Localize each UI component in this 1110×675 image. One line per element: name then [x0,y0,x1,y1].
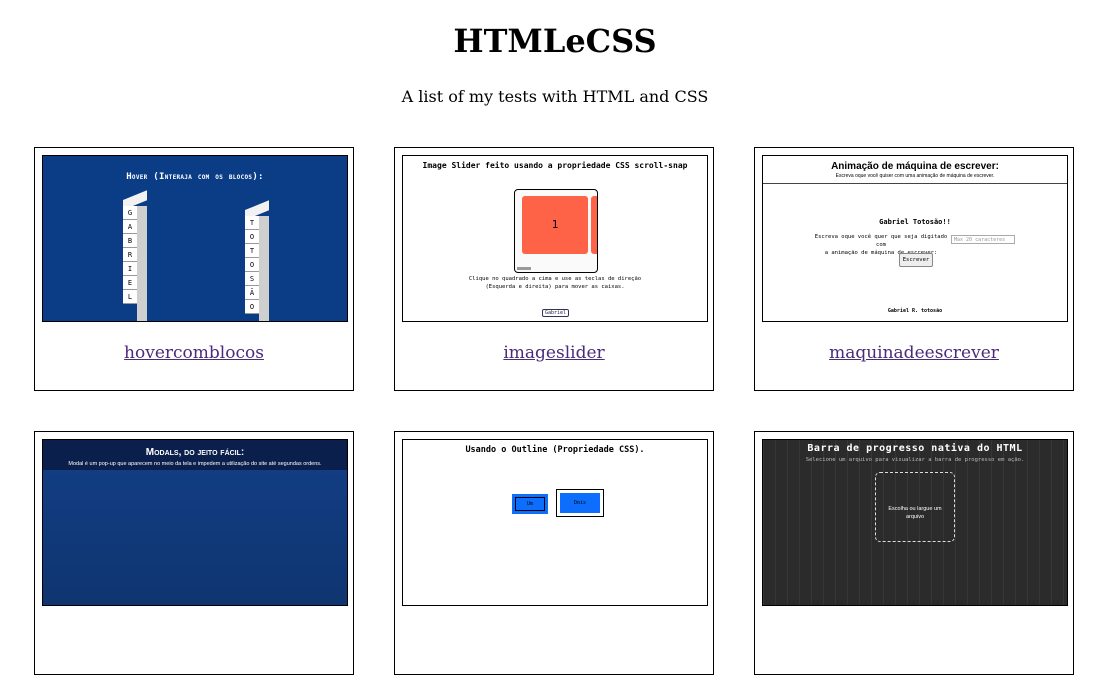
block-letter[interactable]: G [123,206,137,220]
outline-box-1: Um [512,494,548,514]
block-letter[interactable]: O [245,258,259,272]
thumbnail-title: Hover (Interaja com os blocos): [126,172,264,182]
file-drop-zone: Escolha ou largue um arquivo [875,472,955,542]
block-tower-2: TOTOSÃO [245,200,269,321]
project-thumbnail[interactable]: Usando o Outline (Propriedade CSS). Um D… [402,439,708,606]
block-letter[interactable]: T [245,216,259,230]
divider [763,183,1067,184]
typed-name: Gabriel Totosão!! [879,218,951,226]
project-link[interactable]: imageslider [395,343,713,363]
slider-frame: 1 [514,189,598,273]
slide: 1 [522,196,588,254]
block-letter[interactable]: A [123,220,137,234]
thumbnail-title: Barra de progresso nativa do HTML [807,443,1023,454]
project-card-hovercomblocos: Hover (Interaja com os blocos): GABRIEL … [34,147,354,391]
project-thumbnail[interactable]: Modals, do jeito fácil: Modal é um pop-u… [42,439,348,606]
block-letter[interactable]: O [245,300,259,314]
project-card-imageslider: Image Slider feito usando a propriedade … [394,147,714,391]
project-card-modals: Modals, do jeito fácil: Modal é um pop-u… [34,431,354,675]
block-letter[interactable]: I [123,262,137,276]
project-card-maquinadeescrever: Animação de máquina de escrever: Escreva… [754,147,1074,391]
project-card-progress: Barra de progresso nativa do HTML Seleci… [754,431,1074,675]
block-letter[interactable]: T [245,244,259,258]
page-subtitle: A list of my tests with HTML and CSS [401,87,709,106]
slider-instructions: Clique no quadrado a cima e use as tecla… [468,276,642,290]
project-link[interactable]: hovercomblocos [35,343,353,363]
thumbnail-title: Modals, do jeito fácil: [145,447,245,458]
slider-scrollbar [517,267,531,270]
block-letter[interactable]: S [245,272,259,286]
project-thumbnail[interactable]: Image Slider feito usando a propriedade … [402,155,708,322]
thumbnail-subtitle: Escreva oque você quiser com uma animaçã… [835,173,995,179]
write-button: Escrever [899,253,933,267]
footer-text: Gabriel R. totosão [887,308,943,314]
thumbnail-subtitle: Modal é um pop-up que aparecem no meio d… [68,461,322,467]
thumbnail-title: Image Slider feito usando a propriedade … [422,161,688,170]
outline-box-2: Dois [556,489,604,517]
credit-link: Gabriel [542,309,570,317]
page-title: HTMLeCSS [453,22,657,60]
thumbnail-title: Animação de máquina de escrever: [831,161,999,172]
project-link[interactable]: maquinadeescrever [755,343,1073,363]
block-letter[interactable]: R [123,248,137,262]
text-input: Max 20 caracteres [951,235,1015,244]
block-tower-1: GABRIEL [123,190,147,321]
thumbnail-subtitle: Selecione um arquivo para visualizar a b… [805,457,1025,463]
block-letter[interactable]: E [123,276,137,290]
block-letter[interactable]: Ã [245,286,259,300]
block-letter[interactable]: O [245,230,259,244]
thumbnail-title: Usando o Outline (Propriedade CSS). [465,445,645,455]
block-letter[interactable]: B [123,234,137,248]
block-letter[interactable]: L [123,290,137,304]
project-thumbnail[interactable]: Barra de progresso nativa do HTML Seleci… [762,439,1068,606]
project-thumbnail[interactable]: Hover (Interaja com os blocos): GABRIEL … [42,155,348,322]
slide-next [591,196,597,254]
project-card-outline: Usando o Outline (Propriedade CSS). Um D… [394,431,714,675]
project-thumbnail[interactable]: Animação de máquina de escrever: Escreva… [762,155,1068,322]
